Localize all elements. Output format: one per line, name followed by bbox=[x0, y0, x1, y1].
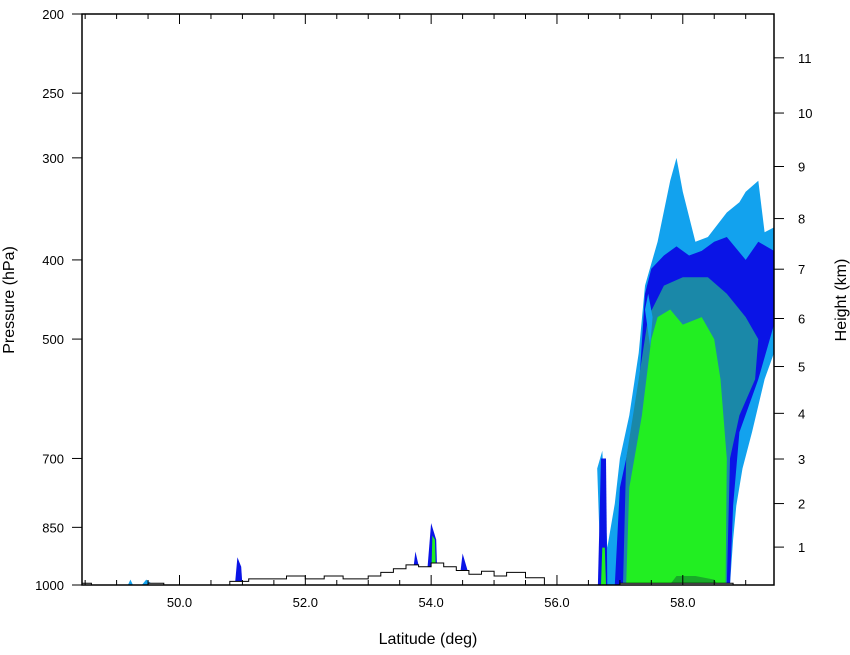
contour-region-blob-w3 bbox=[127, 579, 133, 585]
y-axis-label: Pressure (hPa) bbox=[1, 246, 18, 354]
x-axis-label: Latitude (deg) bbox=[379, 631, 478, 648]
chart-root: 50.0 52.0 54.0 56.0 58.0 200 250 300 400 500 700 85… bbox=[0, 0, 850, 650]
y2-tick-label: 2 bbox=[798, 497, 805, 512]
y-tick-label: 500 bbox=[42, 332, 64, 347]
y2-tick-label: 4 bbox=[798, 406, 805, 421]
x-tick-label: 56.0 bbox=[544, 595, 569, 610]
x-tick-label: 52.0 bbox=[293, 595, 318, 610]
pressure-latitude-cross-section: 50.0 52.0 54.0 56.0 58.020025030040050070085… bbox=[1, 7, 850, 648]
y2-axis-label: Height (km) bbox=[833, 259, 850, 342]
y-tick-label: 400 bbox=[42, 253, 64, 268]
y2-tick-label: 10 bbox=[798, 106, 812, 121]
x-tick-label: 54.0 bbox=[418, 595, 443, 610]
y2-tick-label: 7 bbox=[798, 262, 805, 277]
y2-tick-label: 1 bbox=[798, 540, 805, 555]
y-tick-label: 250 bbox=[42, 86, 64, 101]
x-tick-label: 58.0 bbox=[670, 595, 695, 610]
y-tick-label: 1000 bbox=[35, 578, 64, 593]
y-tick-label: 200 bbox=[42, 7, 64, 22]
y-tick-label: 700 bbox=[42, 451, 64, 466]
y-tick-label: 300 bbox=[42, 151, 64, 166]
y2-tick-label: 9 bbox=[798, 159, 805, 174]
y2-tick-label: 5 bbox=[798, 360, 805, 375]
x-tick-label: 50.0 bbox=[167, 595, 192, 610]
y2-tick-label: 6 bbox=[798, 311, 805, 326]
y2-tick-label: 8 bbox=[798, 212, 805, 227]
contour-region-blob-w1 bbox=[234, 557, 243, 585]
y-tick-label: 850 bbox=[42, 520, 64, 535]
y2-tick-label: 3 bbox=[798, 452, 805, 467]
contour-fill-layer bbox=[127, 157, 774, 585]
y2-tick-label: 11 bbox=[798, 51, 812, 66]
